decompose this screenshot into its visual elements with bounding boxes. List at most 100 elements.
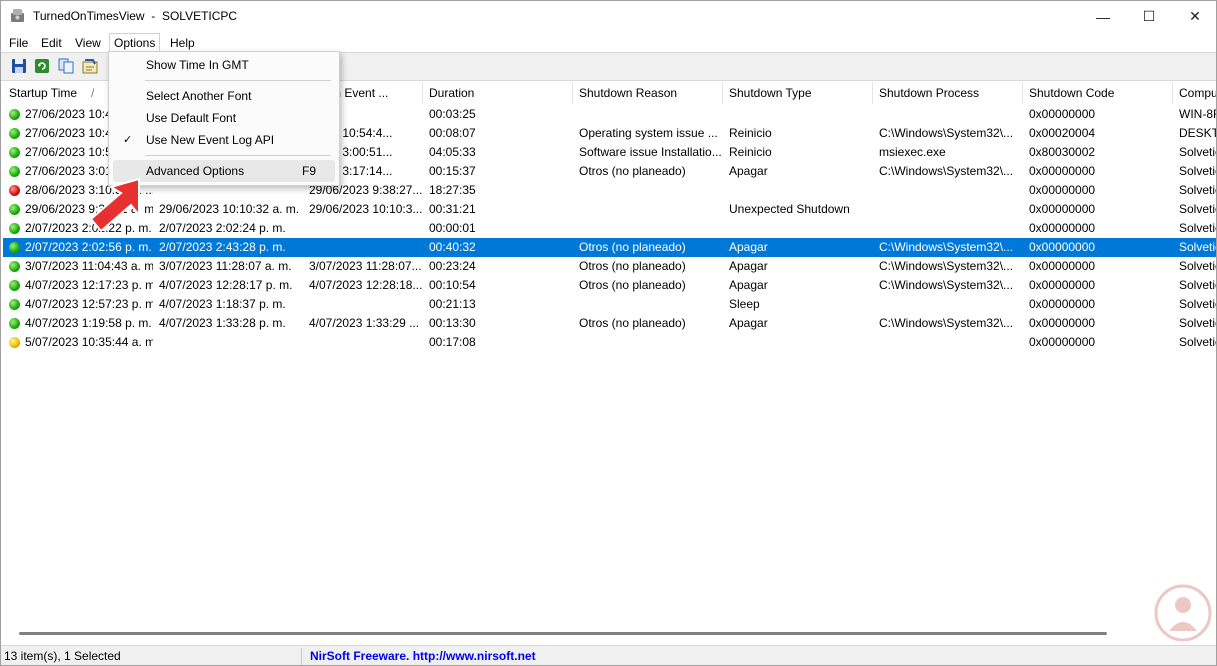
- table-row[interactable]: 2/07/2023 2:02:56 p. m. 2/07/2023 2:43:28…: [3, 238, 1216, 257]
- table-row[interactable]: 2/07/2023 2:02:22 p. m. 2/07/2023 2:02:24…: [3, 219, 1216, 238]
- cell-shutdown-type: Apagar: [729, 278, 768, 292]
- cell-computer: Solvetic: [1179, 240, 1216, 254]
- cell-shutdown-code: 0x00000000: [1029, 164, 1096, 178]
- copy-icon[interactable]: [57, 57, 75, 75]
- table-row[interactable]: 3/07/2023 11:04:43 a. m. 3/07/2023 11:28:…: [3, 257, 1216, 276]
- cell-shutdown-reason: Otros (no planeado): [579, 316, 686, 330]
- cell-computer: Solvetic: [1179, 335, 1216, 349]
- cell-startup-time: 4/07/2023 12:17:23 p. m.: [25, 278, 153, 292]
- table-row[interactable]: 4/07/2023 1:19:58 p. m. 4/07/2023 1:33:28…: [3, 314, 1216, 333]
- nirsoft-link[interactable]: NirSoft Freeware. http://www.nirsoft.net: [310, 649, 536, 663]
- cell-shutdown-process: C:\Windows\System32\...: [879, 259, 1014, 273]
- cell-shutdown-time: 3/07/2023 11:28:07 a. m.: [159, 259, 292, 273]
- cell-shutdown-code: 0x00000000: [1029, 107, 1096, 121]
- col-shutdown-type[interactable]: Shutdown Type: [723, 82, 873, 104]
- cell-shutdown-reason: Otros (no planeado): [579, 240, 686, 254]
- table-row[interactable]: 5/07/2023 10:35:44 a. m. 00:17:08 0x000000…: [3, 333, 1216, 352]
- col-computer[interactable]: Compu: [1173, 82, 1216, 104]
- cell-shutdown-type: Apagar: [729, 259, 768, 273]
- menu-help[interactable]: Help: [166, 34, 199, 52]
- col-shutdown-reason[interactable]: Shutdown Reason: [573, 82, 723, 104]
- col-shutdown-process[interactable]: Shutdown Process: [873, 82, 1023, 104]
- minimize-button[interactable]: —: [1080, 1, 1126, 32]
- cell-shutdown-reason: [573, 295, 723, 314]
- menu-view[interactable]: View: [71, 34, 105, 52]
- menu-separator: [145, 80, 331, 81]
- cell-computer: Solvetic: [1179, 202, 1216, 216]
- cell-system-event: [303, 219, 423, 238]
- maximize-button[interactable]: ☐: [1126, 1, 1172, 32]
- cell-duration: 00:31:21: [429, 202, 476, 216]
- status-items: 13 item(s), 1 Selected: [4, 649, 121, 663]
- cell-shutdown-type: [723, 333, 873, 352]
- cell-shutdown-type: Reinicio: [729, 126, 772, 140]
- cell-system-event: [303, 333, 423, 352]
- cell-shutdown-reason: Software issue Installatio...: [579, 145, 722, 159]
- cell-system-event: 3/07/2023 11:28:07...: [309, 259, 422, 273]
- cell-shutdown-type: Apagar: [729, 240, 768, 254]
- save-icon[interactable]: [10, 57, 28, 75]
- cell-shutdown-process: [873, 295, 1023, 314]
- cell-shutdown-time: 4/07/2023 1:18:37 p. m.: [159, 297, 286, 311]
- cell-shutdown-code: 0x00000000: [1029, 240, 1096, 254]
- menu-file[interactable]: File: [5, 34, 32, 52]
- cell-shutdown-time: 2/07/2023 2:43:28 p. m.: [159, 240, 286, 254]
- cell-system-event: 29/06/2023 10:10:3...: [309, 202, 423, 216]
- cell-startup-time: 4/07/2023 1:19:58 p. m.: [25, 316, 152, 330]
- cell-shutdown-process: C:\Windows\System32\...: [879, 278, 1014, 292]
- menu-select-another-font[interactable]: Select Another Font: [113, 85, 335, 107]
- cell-shutdown-code: 0x80030002: [1029, 145, 1096, 159]
- cell-system-event: [303, 295, 423, 314]
- table-row[interactable]: 29/06/2023 9:39:11 a. m. 29/06/2023 10:10…: [3, 200, 1216, 219]
- cell-duration: 00:15:37: [429, 164, 476, 178]
- cell-shutdown-code: 0x00000000: [1029, 278, 1096, 292]
- menu-edit[interactable]: Edit: [37, 34, 66, 52]
- sort-indicator-icon: /: [91, 86, 95, 100]
- cell-shutdown-type: Apagar: [729, 164, 768, 178]
- cell-shutdown-process: [873, 333, 1023, 352]
- cell-startup-time: 2/07/2023 2:02:56 p. m.: [25, 240, 152, 254]
- refresh-icon[interactable]: [33, 57, 51, 75]
- cell-shutdown-type: Unexpected Shutdown: [729, 202, 850, 216]
- cell-duration: 00:17:08: [429, 335, 476, 349]
- cell-shutdown-type: Apagar: [729, 316, 768, 330]
- scrollbar-thumb[interactable]: [19, 632, 1107, 635]
- menu-options[interactable]: Options: [109, 33, 161, 52]
- menu-show-time-gmt[interactable]: Show Time In GMT: [113, 54, 335, 76]
- cell-startup-time: 5/07/2023 10:35:44 a. m.: [25, 335, 153, 349]
- cell-shutdown-reason: Otros (no planeado): [579, 278, 686, 292]
- properties-icon[interactable]: [81, 57, 99, 75]
- cell-shutdown-code: 0x00000000: [1029, 183, 1096, 197]
- cell-shutdown-code: 0x00000000: [1029, 316, 1096, 330]
- menu-use-default-font[interactable]: Use Default Font: [113, 107, 335, 129]
- close-button[interactable]: ✕: [1172, 1, 1216, 32]
- menu-separator: [145, 155, 331, 156]
- col-shutdown-code[interactable]: Shutdown Code: [1023, 82, 1173, 104]
- cell-shutdown-type: [723, 219, 873, 238]
- cell-shutdown-reason: Operating system issue ...: [579, 126, 718, 140]
- horizontal-scrollbar[interactable]: [3, 625, 1216, 642]
- col-duration[interactable]: Duration: [423, 82, 573, 104]
- cell-duration: 00:23:24: [429, 259, 476, 273]
- cell-shutdown-process: [873, 181, 1023, 200]
- cell-duration: 00:21:13: [429, 297, 476, 311]
- cell-duration: 00:40:32: [429, 240, 476, 254]
- cell-duration: 04:05:33: [429, 145, 476, 159]
- cell-shutdown-process: [873, 219, 1023, 238]
- cell-system-event: [303, 238, 423, 257]
- cell-shutdown-process: C:\Windows\System32\...: [879, 316, 1014, 330]
- cell-duration: 00:03:25: [429, 107, 476, 121]
- cell-shutdown-code: 0x00000000: [1029, 221, 1096, 235]
- table-row[interactable]: 4/07/2023 12:57:23 p. m. 4/07/2023 1:18:3…: [3, 295, 1216, 314]
- cell-shutdown-code: 0x00000000: [1029, 202, 1096, 216]
- cell-duration: 00:13:30: [429, 316, 476, 330]
- status-bar: 13 item(s), 1 Selected NirSoft Freeware.…: [1, 645, 1216, 665]
- menu-use-new-event-log-api[interactable]: ✓ Use New Event Log API: [113, 129, 335, 151]
- table-row[interactable]: 4/07/2023 12:17:23 p. m. 4/07/2023 12:28:…: [3, 276, 1216, 295]
- cell-duration: 00:00:01: [429, 221, 476, 235]
- cell-computer: DESKTO: [1179, 126, 1216, 140]
- cell-shutdown-reason: [573, 333, 723, 352]
- cell-shutdown-process: C:\Windows\System32\...: [879, 126, 1014, 140]
- watermark-logo: [1154, 584, 1212, 642]
- cell-computer: Solvetic: [1179, 183, 1216, 197]
